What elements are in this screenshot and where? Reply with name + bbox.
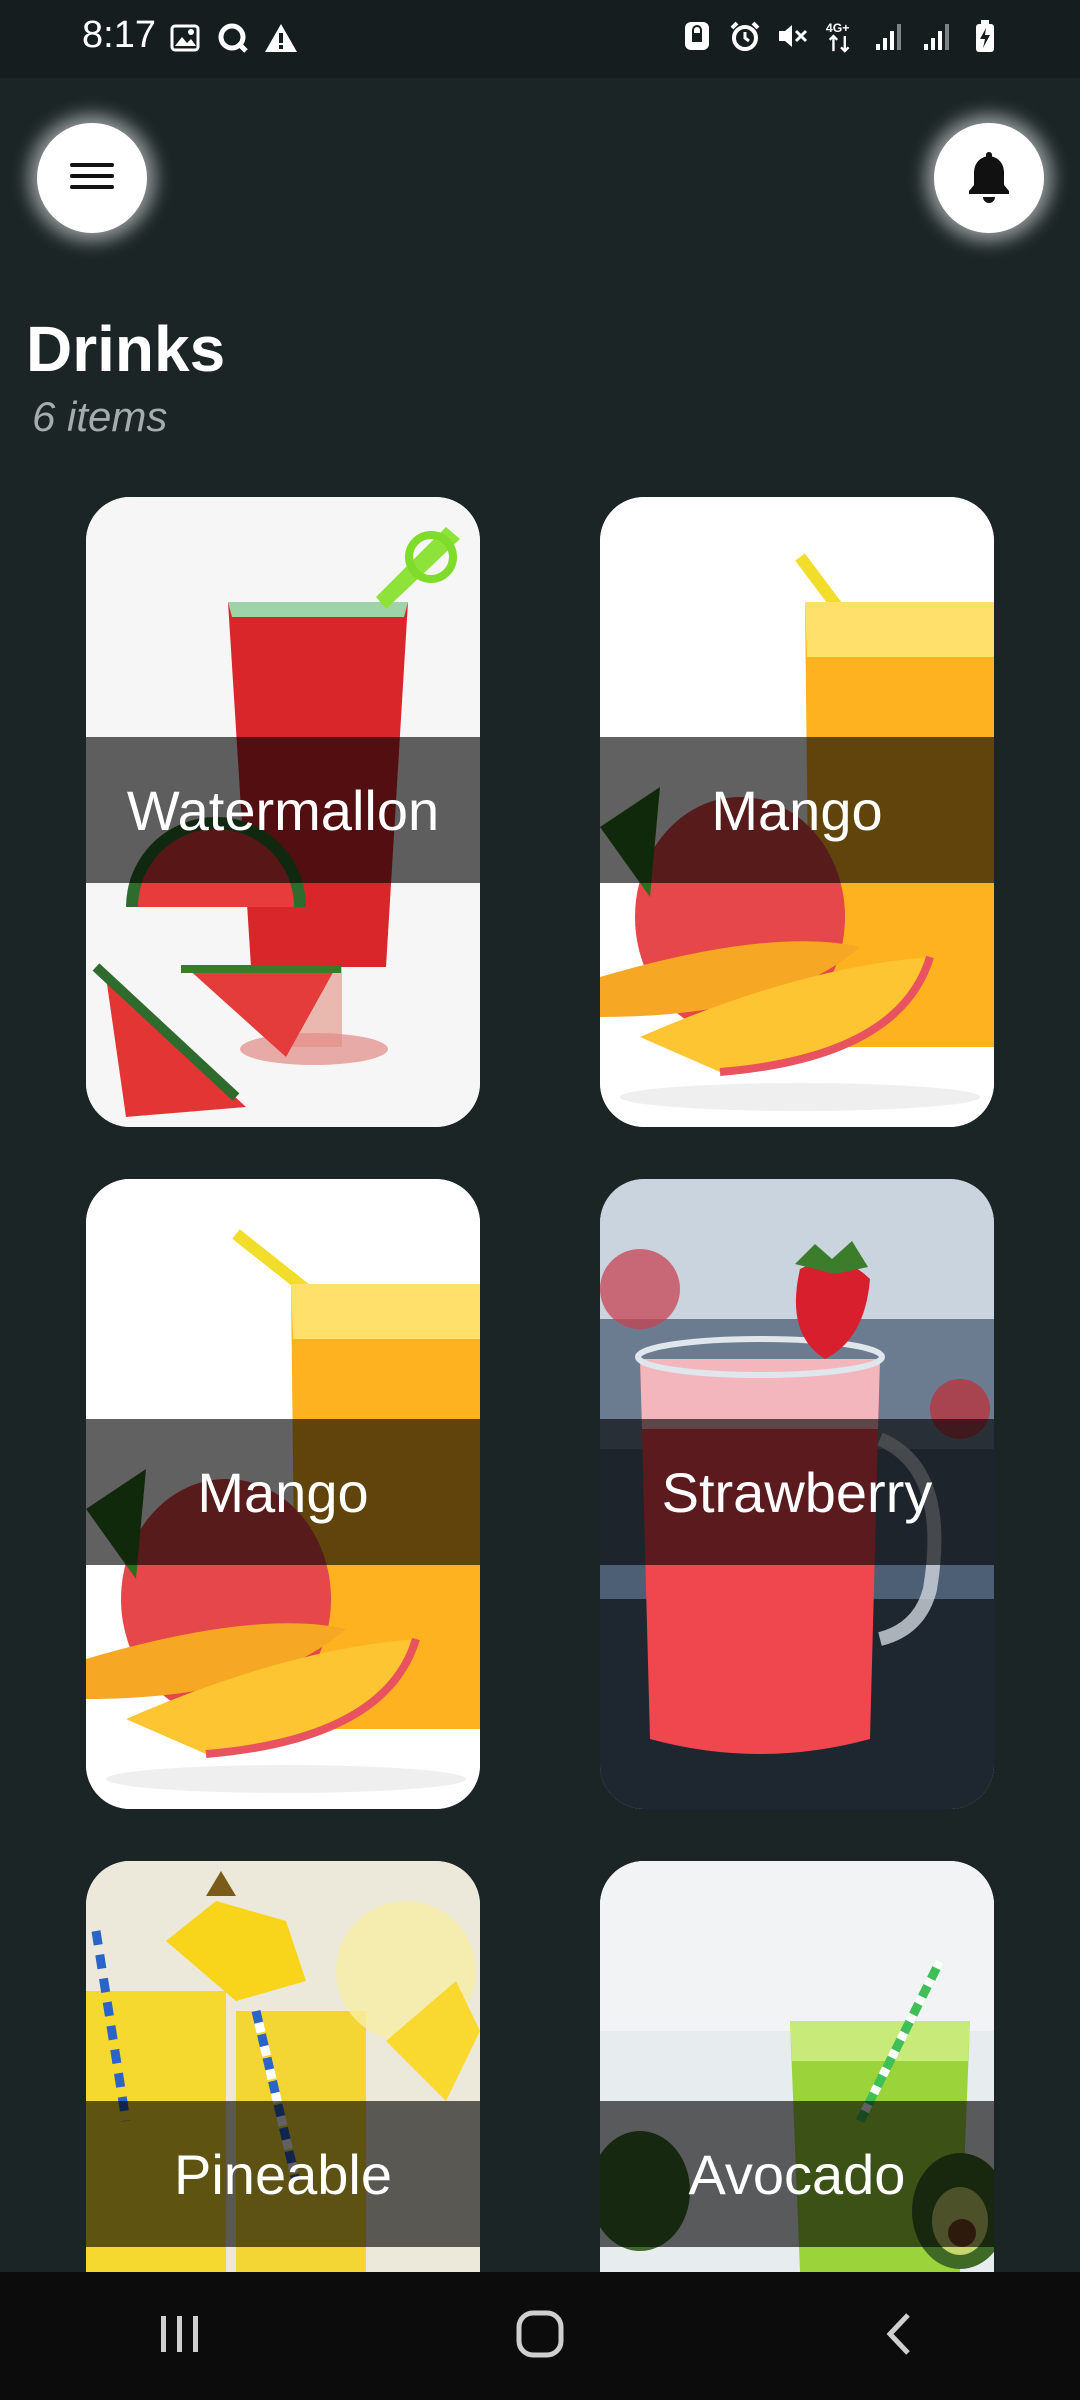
bell-icon [964, 148, 1014, 209]
page-title: Drinks [26, 313, 226, 385]
recent-apps-button[interactable] [120, 2286, 240, 2386]
signal-1-icon [872, 18, 906, 54]
drink-card-watermelon[interactable]: Watermallon [86, 497, 480, 1127]
lock-sync-icon [680, 18, 714, 54]
drink-card-mango-2[interactable]: Mango [86, 1179, 480, 1809]
warning-icon [264, 20, 298, 56]
status-bar: 8:17 4G+ [0, 0, 1080, 78]
status-time: 8:17 [82, 14, 156, 56]
menu-button[interactable] [37, 123, 147, 233]
drink-name: Avocado [600, 2101, 994, 2247]
battery-charging-icon [968, 18, 1002, 54]
home-icon [514, 2308, 566, 2365]
home-button[interactable] [480, 2286, 600, 2386]
notifications-button[interactable] [934, 123, 1044, 233]
4g-data-icon: 4G+ [824, 18, 858, 54]
drink-name: Mango [600, 737, 994, 883]
drink-name: Watermallon [86, 737, 480, 883]
back-button[interactable] [840, 2286, 960, 2386]
screen: 8:17 4G+ Drinks 6 items Watermallon Mang… [0, 0, 1080, 2400]
recent-apps-icon [155, 2312, 205, 2361]
back-icon [880, 2309, 920, 2364]
drink-name: Mango [86, 1419, 480, 1565]
drink-name: Strawberry [600, 1419, 994, 1565]
status-right-icons: 4G+ [680, 18, 1002, 54]
system-nav-bar [0, 2272, 1080, 2400]
drink-name: Pineable [86, 2101, 480, 2247]
network-label: 4G+ [826, 21, 850, 35]
search-q-icon [216, 20, 250, 56]
image-icon [168, 20, 202, 56]
mute-icon [776, 18, 810, 54]
signal-2-icon [920, 18, 954, 54]
hamburger-menu-icon [68, 159, 116, 198]
drink-card-strawberry[interactable]: Strawberry [600, 1179, 994, 1809]
status-left-icons [168, 20, 298, 56]
alarm-icon [728, 18, 762, 54]
drink-card-mango[interactable]: Mango [600, 497, 994, 1127]
item-count: 6 items [32, 393, 168, 440]
